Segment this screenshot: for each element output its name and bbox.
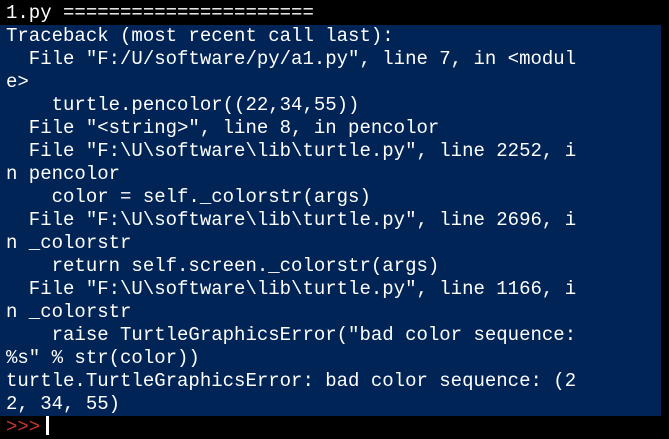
traceback-line: Traceback (most recent call last): (6, 25, 394, 47)
terminal-window[interactable]: 1.py ====================== Traceback (m… (0, 0, 669, 439)
traceback-line: n pencolor (6, 163, 121, 185)
traceback-line: turtle.pencolor((22,34,55)) (6, 94, 360, 116)
traceback-line: %s" % str(color)) (6, 347, 200, 369)
traceback-line: 2, 34, 55) (6, 393, 121, 415)
traceback-block: Traceback (most recent call last): File … (0, 25, 661, 416)
traceback-line: File "F:/U/software/py/a1.py", line 7, i… (6, 48, 577, 70)
traceback-line: n _colorstr (6, 232, 132, 254)
traceback-line: turtle.TurtleGraphicsError: bad color se… (6, 370, 577, 392)
traceback-line: File "F:\U\software\lib\turtle.py", line… (6, 140, 577, 162)
traceback-line: File "F:\U\software\lib\turtle.py", line… (6, 209, 577, 231)
traceback-line: return self.screen._colorstr(args) (6, 255, 440, 277)
scrollbar[interactable] (661, 25, 669, 416)
traceback-line: color = self._colorstr(args) (6, 186, 371, 208)
traceback-line: File "F:\U\software\lib\turtle.py", line… (6, 278, 577, 300)
prompt-symbol: >>> (6, 416, 41, 438)
header-title: 1.py ====================== (0, 2, 380, 25)
traceback-line: e> (6, 71, 29, 93)
traceback-line: n _colorstr (6, 301, 132, 323)
input-prompt[interactable]: >>> (0, 416, 669, 439)
traceback-line: raise TurtleGraphicsError("bad color seq… (6, 324, 577, 346)
traceback-line: File "<string>", line 8, in pencolor (6, 117, 440, 139)
text-cursor (46, 416, 50, 435)
